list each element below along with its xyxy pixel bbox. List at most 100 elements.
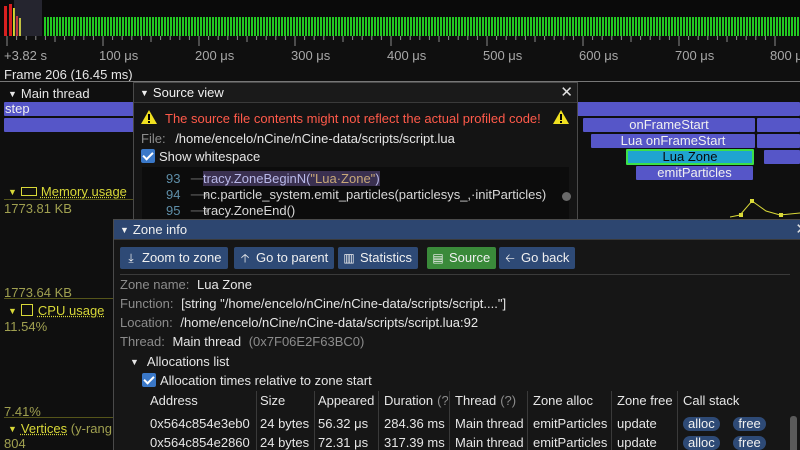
frame-bar[interactable] (653, 17, 655, 36)
frame-bar[interactable] (197, 17, 199, 36)
frame-bar[interactable] (719, 17, 721, 36)
frame-bar[interactable] (731, 17, 733, 36)
frame-bar[interactable] (257, 17, 259, 36)
frame-bar[interactable] (155, 17, 157, 36)
frame-bar[interactable] (260, 17, 262, 36)
frame-bar[interactable] (794, 17, 796, 36)
frame-bar[interactable] (92, 17, 94, 36)
frame-bar[interactable] (590, 17, 592, 36)
frame-bar[interactable] (185, 17, 187, 36)
frame-bar[interactable] (230, 17, 232, 36)
frame-bar[interactable] (173, 17, 175, 36)
collapse-triangle-icon[interactable]: ▼ (140, 83, 149, 103)
frame-bar[interactable] (587, 17, 589, 36)
frame-bar[interactable] (356, 17, 358, 36)
frame-bar[interactable] (122, 17, 124, 36)
frame-bar[interactable] (404, 17, 406, 36)
frame-bar[interactable] (431, 17, 433, 36)
zone-info-window[interactable]: ▼Zone info ✕ ⤓Zoom to zone 🡡Go to parent… (113, 219, 800, 450)
close-icon[interactable]: ✕ (560, 83, 573, 103)
frame-bar[interactable] (683, 17, 685, 36)
cell-address[interactable]: 0x564c854e3eb0 (150, 414, 254, 433)
frame-bar[interactable] (104, 17, 106, 36)
frame-bar[interactable] (518, 17, 520, 36)
frame-bar[interactable] (605, 17, 607, 36)
frame-bar[interactable] (206, 17, 208, 36)
col-header-appeared[interactable]: Appeared (318, 391, 376, 411)
frame-bar[interactable] (392, 17, 394, 36)
frame-bar[interactable] (374, 17, 376, 36)
frame-bar[interactable] (347, 17, 349, 36)
frame-bar[interactable] (212, 17, 214, 36)
frame-bar[interactable] (398, 17, 400, 36)
frame-bar[interactable] (314, 17, 316, 36)
frame-bar[interactable] (59, 17, 61, 36)
frame-bar[interactable] (389, 17, 391, 36)
frame-bar[interactable] (695, 17, 697, 36)
frame-bar[interactable] (752, 17, 754, 36)
frame-bar[interactable] (365, 17, 367, 36)
frame-bar[interactable] (755, 17, 757, 36)
frame-bar[interactable] (659, 17, 661, 36)
zone-bar[interactable] (764, 150, 800, 164)
code-line[interactable]: 93 ⟶ tracy.ZoneBeginN("Lua·Zone") (142, 171, 569, 187)
frame-bar[interactable] (167, 17, 169, 36)
frame-bar[interactable] (761, 17, 763, 36)
frame-bar[interactable] (287, 17, 289, 36)
frame-bar[interactable] (170, 17, 172, 36)
cell-address[interactable]: 0x564c854e2860 (150, 433, 254, 450)
frame-bar[interactable] (107, 17, 109, 36)
frame-bar[interactable] (500, 17, 502, 36)
go-to-parent-button[interactable]: 🡡 Go to parent (234, 247, 335, 269)
frame-bar[interactable] (584, 17, 586, 36)
frame-bar[interactable] (140, 17, 142, 36)
alloc-callstack-button[interactable]: alloc (683, 436, 720, 450)
frame-bar[interactable] (80, 17, 82, 36)
zone-lua-on-frame-start[interactable]: Lua onFrameStart (591, 134, 755, 148)
frame-bar[interactable] (47, 17, 49, 36)
frame-bar[interactable] (554, 17, 556, 36)
frame-bar[interactable] (572, 17, 574, 36)
frame-bar[interactable] (446, 17, 448, 36)
frame-bar[interactable] (782, 17, 784, 36)
source-code-view[interactable]: 93 ⟶ tracy.ZoneBeginN("Lua·Zone") 94 ⟶ n… (142, 167, 571, 221)
frame-bar[interactable] (476, 17, 478, 36)
frame-bar[interactable] (557, 17, 559, 36)
frame-bar[interactable] (614, 17, 616, 36)
frame-bar[interactable] (701, 17, 703, 36)
frame-bar[interactable] (656, 17, 658, 36)
frame-bar[interactable] (239, 17, 241, 36)
frame-bar[interactable] (188, 17, 190, 36)
frame-bar[interactable] (89, 17, 91, 36)
frame-bar[interactable] (524, 17, 526, 36)
frame-bar[interactable] (746, 17, 748, 36)
frame-bar[interactable] (395, 17, 397, 36)
frame-bar[interactable] (602, 17, 604, 36)
frame-bar[interactable] (632, 17, 634, 36)
frame-bar[interactable] (128, 17, 130, 36)
frame-bar[interactable] (146, 17, 148, 36)
frame-bar[interactable] (410, 17, 412, 36)
frame-bar[interactable] (563, 17, 565, 36)
frame-bar[interactable] (284, 17, 286, 36)
frame-bar[interactable] (293, 17, 295, 36)
frame-bar[interactable] (455, 17, 457, 36)
col-header-zone-alloc[interactable]: Zone alloc (533, 391, 609, 411)
close-icon[interactable]: ✕ (795, 220, 800, 240)
frame-bar[interactable] (608, 17, 610, 36)
cell-zone-alloc[interactable]: emitParticles (533, 414, 611, 433)
go-back-button[interactable]: 🡠 Go back (499, 247, 576, 269)
frame-bar[interactable] (686, 17, 688, 36)
frame-bar[interactable] (770, 17, 772, 36)
frame-bar[interactable] (560, 17, 562, 36)
frame-bar[interactable] (581, 17, 583, 36)
frame-bar[interactable] (758, 17, 760, 36)
code-line[interactable]: 95 ⟶ tracy.ZoneEnd() (142, 203, 569, 219)
frame-bar[interactable] (611, 17, 613, 36)
frame-bar[interactable] (422, 17, 424, 36)
col-header-address[interactable]: Address (150, 391, 254, 411)
frame-bar[interactable] (101, 17, 103, 36)
frame-bar[interactable] (734, 17, 736, 36)
frame-bar[interactable] (317, 17, 319, 36)
frame-bar[interactable] (452, 17, 454, 36)
